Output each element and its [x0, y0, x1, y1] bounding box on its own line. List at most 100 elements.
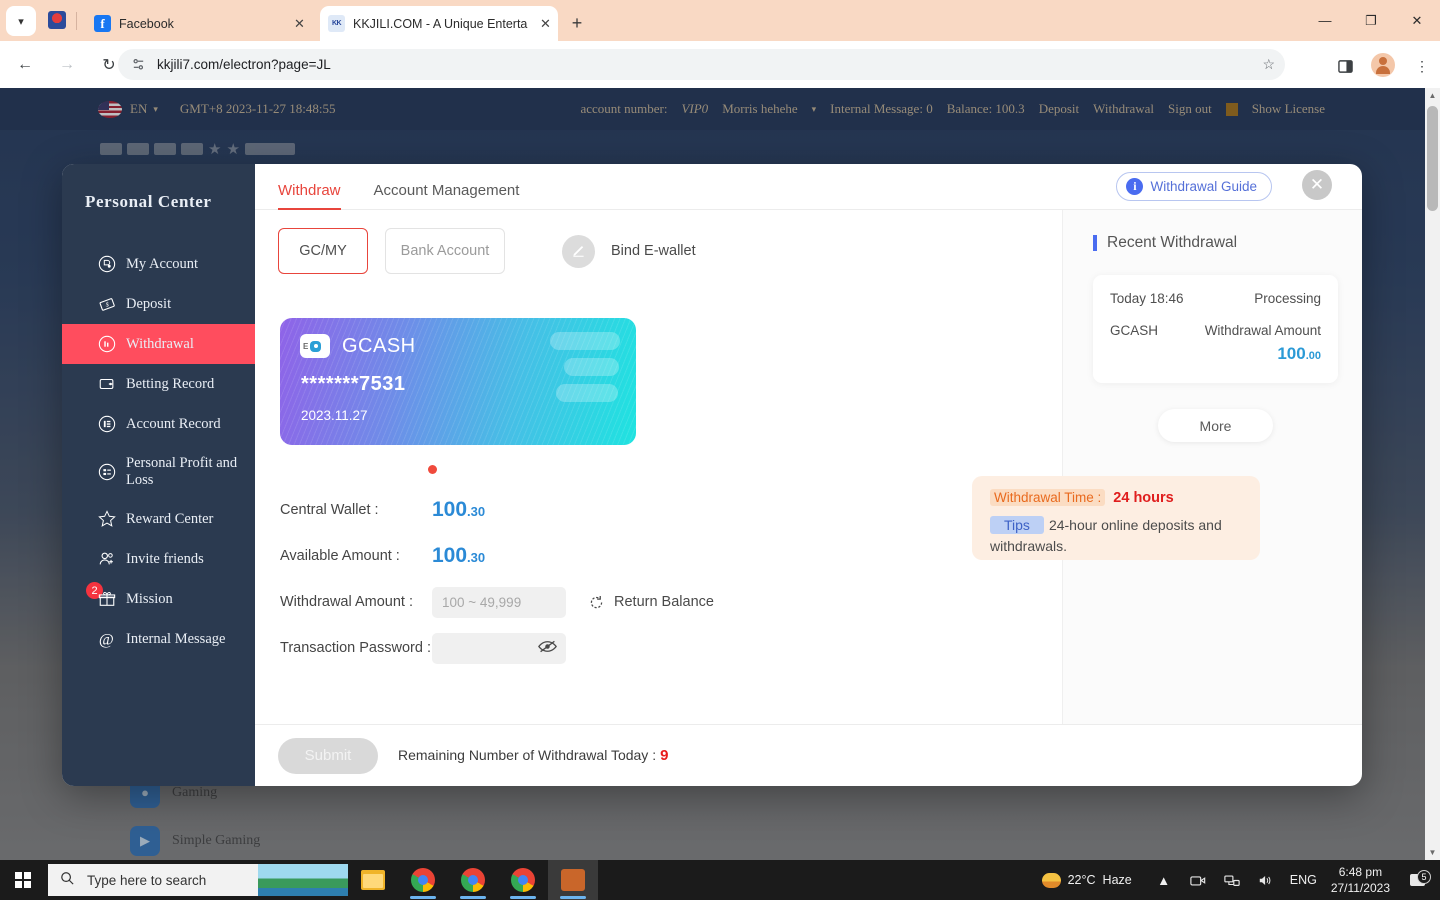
back-icon[interactable]: ←: [8, 48, 42, 82]
account-record-icon: [98, 415, 116, 433]
clock-time: 6:48 pm: [1338, 864, 1383, 879]
available-amount-value: 100.30: [432, 544, 486, 567]
chrome-icon[interactable]: [398, 860, 448, 900]
close-modal-button[interactable]: ✕: [1302, 170, 1332, 200]
windows-logo-icon: [15, 872, 31, 888]
side-panel-icon[interactable]: [1334, 55, 1356, 77]
sidebar-item-my-account[interactable]: My Account: [62, 244, 255, 284]
tab-search-chevron-icon[interactable]: ▾: [6, 6, 36, 36]
close-icon[interactable]: ✕: [528, 16, 551, 32]
chrome-menu-icon[interactable]: ⋮: [1411, 55, 1433, 77]
site-settings-icon[interactable]: [130, 56, 147, 73]
tab-withdraw[interactable]: Withdraw: [278, 182, 341, 210]
sidebar-item-label: Withdrawal: [126, 335, 194, 352]
withdrawal-time-label: Withdrawal Time :: [990, 489, 1106, 506]
forward-icon[interactable]: →: [50, 48, 84, 82]
modal-tab-bar: Withdraw Account Management i Withdrawal…: [255, 164, 1362, 210]
file-explorer-icon[interactable]: [348, 860, 398, 900]
bind-ewallet-action[interactable]: Bind E-wallet: [562, 234, 696, 268]
personal-center-modal: Personal Center My Account $ Deposit Wit…: [62, 164, 1362, 786]
remaining-withdrawals: Remaining Number of Withdrawal Today :9: [398, 747, 669, 764]
notification-count: 5: [1417, 870, 1431, 884]
sidebar-item-betting-record[interactable]: Betting Record: [62, 364, 255, 404]
sidebar-item-label: Internal Message: [126, 630, 226, 647]
page-scrollbar[interactable]: ▲ ▼: [1425, 88, 1440, 860]
kkjili-favicon: KK: [328, 15, 345, 32]
central-wallet-row: Central Wallet : 100.30: [280, 494, 1062, 526]
sidebar-item-reward-center[interactable]: Reward Center: [62, 499, 255, 539]
profile-avatar-icon[interactable]: [1371, 53, 1395, 77]
bookmark-star-icon[interactable]: ☆: [1262, 56, 1275, 73]
central-wallet-value: 100.30: [432, 498, 486, 521]
title-accent-bar: [1093, 235, 1097, 251]
info-icon: i: [1126, 178, 1144, 195]
minimize-button[interactable]: —: [1302, 0, 1348, 41]
withdrawal-guide-label: Withdrawal Guide: [1150, 179, 1257, 194]
withdrawal-amount-input[interactable]: [432, 586, 566, 618]
card-header: E GCASH: [280, 318, 636, 358]
taskbar-clock[interactable]: 6:48 pm 27/11/2023: [1331, 864, 1390, 896]
svg-text:$: $: [106, 301, 109, 308]
submit-button[interactable]: Submit: [278, 737, 378, 774]
close-icon[interactable]: ✕: [282, 16, 305, 32]
withdrawal-amount-label: Withdrawal Amount :: [280, 594, 413, 610]
ewallet-card[interactable]: E GCASH *******7531 2023.11.27: [280, 318, 636, 445]
available-amount-row: Available Amount : 100.30: [280, 540, 1062, 572]
camera-icon[interactable]: [1188, 874, 1208, 887]
withdrawal-guide-button[interactable]: i Withdrawal Guide: [1116, 172, 1272, 201]
sidebar-item-withdrawal[interactable]: Withdrawal: [62, 324, 255, 364]
recent-withdrawal-item[interactable]: Today 18:46 Processing GCASH Withdrawal …: [1093, 275, 1338, 383]
weather-widget[interactable]: 22°C Haze: [1041, 872, 1132, 888]
svg-text:@: @: [99, 631, 114, 649]
at-message-icon: @: [98, 630, 116, 649]
return-balance-button[interactable]: Return Balance: [588, 594, 714, 611]
chrome-profile2-icon[interactable]: [498, 860, 548, 900]
method-bank-account-button[interactable]: Bank Account: [385, 228, 505, 274]
sidebar-item-label: Personal Profit and Loss: [126, 455, 238, 488]
show-hidden-icons-chevron-up-icon[interactable]: ▲: [1154, 873, 1174, 888]
address-bar[interactable]: kkjili7.com/electron?page=JL ☆: [118, 49, 1285, 80]
screen: ▾ f Facebook ✕ KK KKJILI.COM - A Unique …: [0, 0, 1440, 900]
invite-friends-icon: [98, 550, 116, 568]
deposit-diamond-icon: $: [98, 295, 116, 313]
browser-tab-kkjili[interactable]: KK KKJILI.COM - A Unique Entertai ✕: [320, 6, 558, 41]
close-window-button[interactable]: ✕: [1394, 0, 1440, 41]
card-date: 2023.11.27: [301, 408, 368, 423]
sidebar-item-deposit[interactable]: $ Deposit: [62, 284, 255, 324]
sidebar-item-personal-profit-and-loss[interactable]: Personal Profit and Loss: [62, 444, 255, 499]
chrome-profile-icon[interactable]: [448, 860, 498, 900]
carousel-dot-indicator[interactable]: [428, 465, 437, 474]
taskbar-search-box[interactable]: Type here to search: [48, 864, 348, 896]
return-balance-label: Return Balance: [614, 594, 714, 610]
notification-center-icon[interactable]: 5: [1404, 870, 1431, 886]
scroll-up-arrow-icon[interactable]: ▲: [1425, 88, 1440, 103]
sidebar-item-mission[interactable]: 2 Mission: [62, 579, 255, 619]
start-button[interactable]: [8, 866, 38, 894]
more-button[interactable]: More: [1158, 409, 1273, 442]
pencil-edit-icon[interactable]: [562, 234, 595, 268]
new-tab-button[interactable]: +: [564, 10, 590, 36]
sidebar-item-invite-friends[interactable]: Invite friends: [62, 539, 255, 579]
pinned-site-icon[interactable]: [48, 11, 66, 29]
profit-loss-icon: [98, 463, 116, 481]
modal-footer: Submit Remaining Number of Withdrawal To…: [255, 724, 1362, 786]
recent-withdrawal-title-row: Recent Withdrawal: [1093, 234, 1338, 252]
method-gc-my-button[interactable]: GC/MY: [278, 228, 368, 274]
toggle-password-visibility-icon[interactable]: [538, 639, 557, 659]
maximize-button[interactable]: ❐: [1348, 0, 1394, 41]
sidebar-item-internal-message[interactable]: @ Internal Message: [62, 619, 255, 659]
scrollbar-thumb[interactable]: [1427, 106, 1438, 211]
address-bar-url: kkjili7.com/electron?page=JL: [157, 57, 331, 72]
browser-tab-facebook[interactable]: f Facebook ✕: [86, 6, 312, 41]
sidebar-item-account-record[interactable]: Account Record: [62, 404, 255, 444]
betting-record-icon: [98, 375, 116, 393]
scroll-down-arrow-icon[interactable]: ▼: [1425, 845, 1440, 860]
tab-account-management[interactable]: Account Management: [374, 182, 520, 209]
taskbar-apps: [348, 860, 598, 900]
language-indicator[interactable]: ENG: [1290, 873, 1317, 887]
volume-icon[interactable]: [1256, 874, 1276, 887]
network-icon[interactable]: [1222, 874, 1242, 887]
weather-haze-icon: [1041, 872, 1061, 888]
sidebar-item-label: My Account: [126, 255, 199, 272]
active-app-icon[interactable]: [548, 860, 598, 900]
